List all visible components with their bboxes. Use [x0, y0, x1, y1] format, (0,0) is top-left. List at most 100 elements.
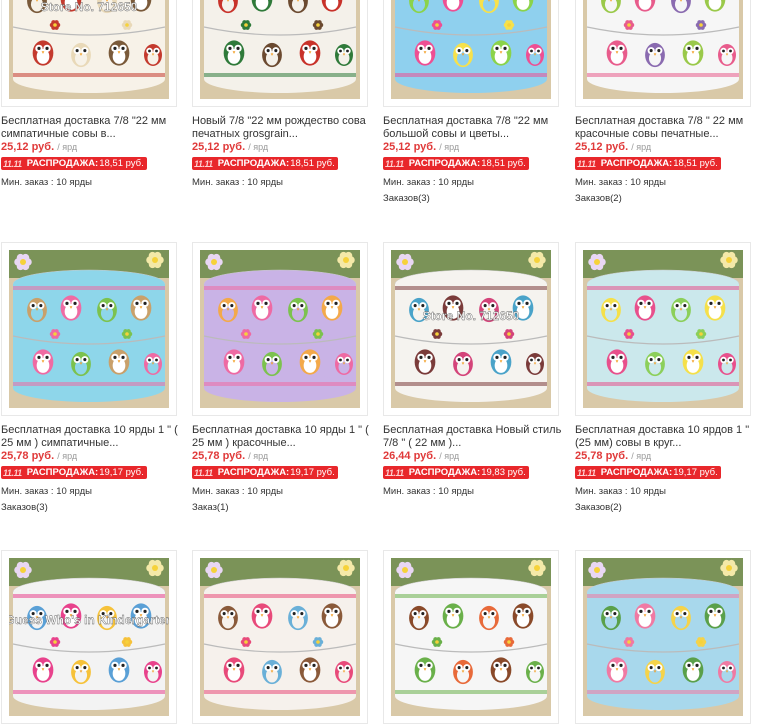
- owl-icon: [491, 349, 512, 374]
- ribbon-photo: [583, 558, 743, 716]
- owl-icon: [262, 352, 282, 376]
- ribbon-photo: Store No. 712650: [9, 0, 169, 99]
- owl-icon: [322, 295, 343, 320]
- owl-icon: [144, 44, 162, 66]
- product-title[interactable]: Бесплатная доставка 10 ярдов 1 "(25 мм) …: [575, 424, 755, 450]
- owl-icon: [109, 349, 130, 374]
- product-price: 25,78 руб. / ярд: [575, 450, 651, 462]
- orders-count[interactable]: Заказов(3): [1, 502, 48, 513]
- owl-icon: [671, 606, 691, 630]
- owl-icon: [683, 349, 704, 374]
- product-image[interactable]: [383, 0, 559, 107]
- min-order: Мин. заказ : 10 ярды: [192, 486, 283, 497]
- sale-badge: 11.11РАСПРОДАЖА:19,17 руб.: [575, 466, 721, 479]
- owl-icon: [526, 353, 544, 375]
- ribbon-photo: [583, 0, 743, 99]
- sale-badge: 11.11РАСПРОДАЖА:19,17 руб.: [1, 466, 147, 479]
- owl-icon: [415, 40, 436, 65]
- owl-icon: [300, 349, 321, 374]
- sale-1111-icon: 11.11: [194, 159, 213, 169]
- owl-icon: [491, 657, 512, 682]
- product-price: 25,12 руб. / ярд: [1, 141, 77, 153]
- ribbon-photo: [9, 250, 169, 408]
- owl-icon: [262, 43, 282, 67]
- owl-icon: [109, 40, 130, 65]
- owl-icon: [683, 40, 704, 65]
- owl-icon: [601, 606, 621, 630]
- sale-1111-icon: 11.11: [577, 159, 596, 169]
- owl-icon: [322, 603, 343, 628]
- product-price: 25,12 руб. / ярд: [192, 141, 268, 153]
- owl-icon: [479, 606, 499, 630]
- product-title[interactable]: Бесплатная доставка 7/8 " 22 мм красочны…: [575, 115, 755, 141]
- owl-icon: [27, 298, 47, 322]
- product-image[interactable]: [575, 550, 751, 724]
- min-order: Мин. заказ : 10 ярды: [383, 177, 474, 188]
- min-order: Мин. заказ : 10 ярды: [575, 486, 666, 497]
- owl-icon: [335, 353, 353, 375]
- product-title[interactable]: Новый 7/8 "22 мм рождество сова печатных…: [192, 115, 372, 141]
- orders-count[interactable]: Заказов(2): [575, 193, 622, 204]
- product-title[interactable]: Бесплатная доставка 7/8 "22 мм большой с…: [383, 115, 563, 141]
- product-image[interactable]: [383, 550, 559, 724]
- owl-icon: [61, 295, 82, 320]
- product-image[interactable]: [575, 0, 751, 107]
- orders-count[interactable]: Заказов(3): [383, 193, 430, 204]
- product-price: 25,12 руб. / ярд: [575, 141, 651, 153]
- owl-icon: [415, 349, 436, 374]
- owl-icon: [491, 40, 512, 65]
- owl-icon: [33, 657, 54, 682]
- sale-1111-icon: 11.11: [194, 468, 213, 478]
- owl-icon: [33, 40, 54, 65]
- owl-icon: [635, 295, 656, 320]
- product-title[interactable]: Бесплатная доставка 7/8 "22 мм симпатичн…: [1, 115, 181, 141]
- owl-icon: [71, 43, 91, 67]
- sale-badge: 11.11РАСПРОДАЖА:18,51 руб.: [1, 157, 147, 170]
- product-title[interactable]: Бесплатная доставка 10 ярды 1 " ( 25 мм …: [192, 424, 372, 450]
- owl-icon: [415, 657, 436, 682]
- product-image[interactable]: Guess Who's in Kindergarten: [1, 550, 177, 724]
- ribbon-photo: [391, 0, 551, 99]
- ribbon-photo: [200, 250, 360, 408]
- owl-icon: [144, 353, 162, 375]
- owl-icon: [645, 660, 665, 684]
- owl-icon: [671, 298, 691, 322]
- watermark-text: Store No. 712650: [41, 0, 138, 14]
- owl-icon: [526, 44, 544, 66]
- owl-icon: [601, 298, 621, 322]
- owl-icon: [224, 349, 245, 374]
- owl-icon: [453, 43, 473, 67]
- orders-count[interactable]: Заказов(2): [575, 502, 622, 513]
- min-order: Мин. заказ : 10 ярды: [575, 177, 666, 188]
- owl-icon: [262, 660, 282, 684]
- product-image[interactable]: [192, 550, 368, 724]
- product-image[interactable]: [1, 242, 177, 416]
- owl-icon: [645, 43, 665, 67]
- product-image[interactable]: [575, 242, 751, 416]
- product-price: 25,12 руб. / ярд: [383, 141, 459, 153]
- product-image[interactable]: Store No. 712650: [383, 242, 559, 416]
- owl-icon: [645, 352, 665, 376]
- product-title[interactable]: Бесплатная доставка Новый стиль 7/8 " ( …: [383, 424, 563, 450]
- owl-icon: [71, 352, 91, 376]
- orders-count[interactable]: Заказ(1): [192, 502, 229, 513]
- product-image[interactable]: Store No. 712650: [1, 0, 177, 107]
- min-order: Мин. заказ : 10 ярды: [1, 177, 92, 188]
- owl-icon: [453, 660, 473, 684]
- owl-icon: [705, 295, 726, 320]
- owl-icon: [718, 353, 736, 375]
- ribbon-photo: Store No. 712650: [391, 250, 551, 408]
- sale-badge: 11.11РАСПРОДАЖА:19,83 руб.: [383, 466, 529, 479]
- owl-icon: [300, 40, 321, 65]
- owl-icon: [300, 657, 321, 682]
- owl-icon: [97, 298, 117, 322]
- ribbon-photo: [200, 558, 360, 716]
- min-order: Мин. заказ : 10 ярды: [383, 486, 474, 497]
- product-title[interactable]: Бесплатная доставка 10 ярды 1 " ( 25 мм …: [1, 424, 181, 450]
- product-image[interactable]: [192, 0, 368, 107]
- min-order: Мин. заказ : 10 ярды: [192, 177, 283, 188]
- sale-1111-icon: 11.11: [3, 159, 22, 169]
- owl-icon: [513, 603, 534, 628]
- product-image[interactable]: [192, 242, 368, 416]
- owl-icon: [526, 661, 544, 683]
